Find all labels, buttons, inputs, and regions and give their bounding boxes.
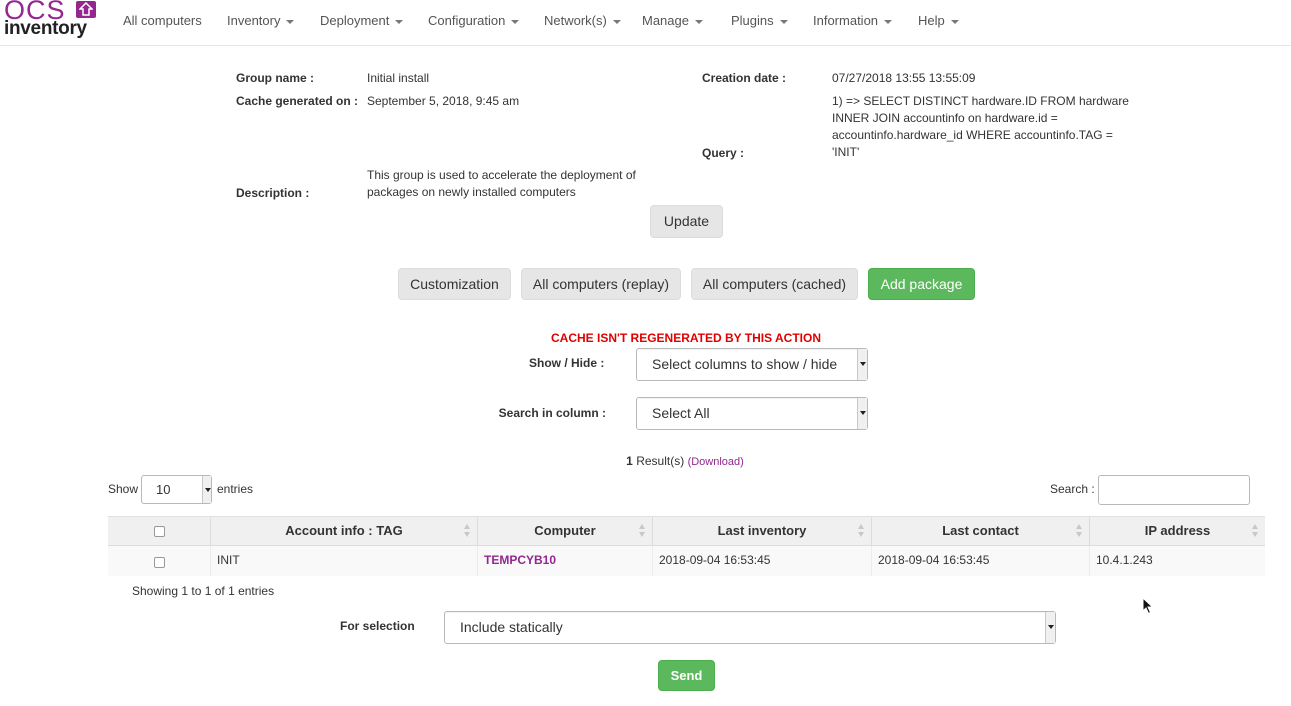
nav-deployment[interactable]: Deployment	[320, 13, 404, 28]
search-in-column-label: Search in column :	[498, 406, 606, 420]
col-header-label: Last contact	[942, 523, 1019, 538]
computer-link[interactable]: TEMPCYB10	[478, 546, 653, 576]
cache-generated-value: September 5, 2018, 9:45 am	[367, 94, 520, 108]
logo-arrow-icon	[76, 1, 96, 18]
result-number: 1	[626, 454, 633, 468]
table-info: Showing 1 to 1 of 1 entries	[132, 584, 275, 598]
sort-icon	[1252, 524, 1259, 538]
show-hide-label: Show / Hide :	[529, 356, 605, 370]
page-length-select[interactable]: 10	[141, 475, 212, 504]
caret-down-icon	[511, 19, 520, 24]
col-header-tag[interactable]: Account info : TAG	[211, 517, 478, 546]
caret-down-icon	[395, 19, 404, 24]
nav-label: Configuration	[428, 13, 506, 28]
col-header-label: IP address	[1144, 523, 1211, 538]
description-label: Description :	[236, 186, 310, 200]
cache-warning: CACHE ISN'T REGENERATED BY THIS ACTION	[551, 331, 821, 345]
page-length-value: 10	[156, 482, 171, 497]
nav-inventory[interactable]: Inventory	[227, 13, 295, 28]
search-in-column-value: Select All	[652, 405, 710, 421]
show-hide-select[interactable]: Select columns to show / hide	[636, 348, 868, 381]
group-name-label: Group name :	[236, 71, 315, 85]
caret-down-icon	[286, 19, 295, 24]
all-computers-replay-button[interactable]: All computers (replay)	[521, 268, 681, 300]
table-row: INIT TEMPCYB10 2018-09-04 16:53:45 2018-…	[108, 546, 1265, 576]
download-link[interactable]: (Download)	[688, 456, 744, 468]
dropdown-arrow-icon	[202, 476, 211, 503]
col-header-computer[interactable]: Computer	[478, 517, 653, 546]
table-search-input[interactable]	[1098, 475, 1250, 505]
add-package-button[interactable]: Add package	[868, 268, 975, 300]
cell-tag: INIT	[211, 546, 478, 576]
nav-information[interactable]: Information	[813, 13, 893, 28]
cell-ip-address: 10.4.1.243	[1096, 553, 1153, 567]
caret-down-icon	[950, 19, 959, 24]
show-hide-value: Select columns to show / hide	[652, 356, 838, 372]
col-header-label: Account info : TAG	[285, 523, 403, 538]
query-label: Query :	[702, 146, 745, 160]
nav-label: Network(s)	[544, 13, 607, 28]
ocs-inventory-logo[interactable]: OCS inventory	[4, 0, 96, 41]
top-navbar: OCS inventory All computers Inventory De…	[0, 0, 1291, 46]
table-header: Account info : TAG Computer Last invento…	[108, 516, 1265, 546]
table-search-label: Search :	[1050, 482, 1095, 496]
search-in-column-select[interactable]: Select All	[636, 397, 868, 430]
cache-generated-label: Cache generated on :	[236, 94, 359, 108]
nav-manage[interactable]: Manage	[642, 13, 703, 28]
nav-all-computers[interactable]: All computers	[123, 13, 202, 28]
nav-label: Inventory	[227, 13, 281, 28]
caret-down-icon	[779, 19, 788, 24]
logo-text-inventory: inventory	[4, 18, 87, 39]
nav-label: Manage	[642, 13, 689, 28]
all-computers-cached-button[interactable]: All computers (cached)	[691, 268, 858, 300]
caret-down-icon	[694, 19, 703, 24]
select-all-header	[108, 517, 211, 546]
nav-label: Information	[813, 13, 879, 28]
col-header-ip-address[interactable]: IP address	[1090, 517, 1265, 546]
query-value: 1) => SELECT DISTINCT hardware.ID FROM h…	[832, 94, 1129, 159]
customization-button[interactable]: Customization	[398, 268, 511, 300]
select-all-checkbox[interactable]	[154, 526, 165, 537]
cell-last-inventory: 2018-09-04 16:53:45	[653, 546, 872, 576]
dropdown-arrow-icon	[1045, 612, 1055, 643]
description-value: This group is used to accelerate the dep…	[367, 168, 636, 199]
sort-icon	[639, 524, 646, 538]
dropdown-arrow-icon	[857, 398, 867, 429]
caret-down-icon	[612, 19, 621, 24]
nav-label: Deployment	[320, 13, 390, 28]
creation-date-value: 07/27/2018 13:55 13:55:09	[832, 71, 976, 85]
for-selection-label: For selection	[340, 619, 415, 633]
send-button[interactable]: Send	[658, 660, 715, 691]
group-name-value: Initial install	[367, 71, 430, 85]
show-entries-label: Show	[108, 482, 139, 496]
nav-label: All computers	[123, 13, 202, 28]
nav-configuration[interactable]: Configuration	[428, 13, 520, 28]
for-selection-select[interactable]: Include statically	[444, 611, 1056, 644]
nav-label: Help	[918, 13, 945, 28]
for-selection-value: Include statically	[460, 619, 563, 635]
nav-networks[interactable]: Network(s)	[544, 13, 621, 28]
nav-plugins[interactable]: Plugins	[731, 13, 788, 28]
row-select-cell	[108, 546, 211, 576]
col-header-last-contact[interactable]: Last contact	[872, 517, 1090, 546]
dropdown-arrow-icon	[857, 349, 867, 380]
sort-icon	[464, 524, 471, 538]
sort-icon	[1076, 524, 1083, 538]
creation-date-label: Creation date :	[702, 71, 787, 85]
row-checkbox[interactable]	[154, 557, 165, 568]
nav-help[interactable]: Help	[918, 13, 959, 28]
col-header-last-inventory[interactable]: Last inventory	[653, 517, 872, 546]
col-header-label: Last inventory	[717, 523, 807, 538]
update-button[interactable]: Update	[650, 205, 723, 238]
nav-label: Plugins	[731, 13, 774, 28]
col-header-label: Computer	[534, 523, 596, 538]
entries-label: entries	[217, 482, 254, 496]
cell-last-contact: 2018-09-04 16:53:45	[872, 546, 1090, 576]
result-label: Result(s)	[636, 454, 685, 468]
sort-icon	[858, 524, 865, 538]
mouse-cursor-icon	[1142, 596, 1154, 618]
result-count: 1 Result(s) (Download)	[560, 454, 810, 468]
caret-down-icon	[884, 19, 893, 24]
